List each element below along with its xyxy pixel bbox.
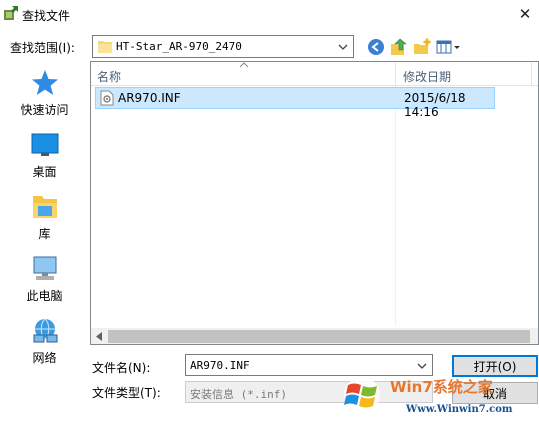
place-label: 快速访问 bbox=[20, 103, 69, 117]
title-bar: 查找文件 ✕ bbox=[0, 0, 539, 30]
chevron-down-icon bbox=[417, 363, 427, 369]
file-date: 2015/6/18 14:16 bbox=[404, 91, 466, 119]
lookin-label: 查找范围(I): bbox=[10, 41, 75, 55]
column-date-header[interactable]: 修改日期 bbox=[403, 68, 451, 85]
places-bar: 快速访问 桌面 库 此电脑 网络 bbox=[0, 59, 89, 410]
place-library[interactable]: 库 bbox=[0, 193, 89, 242]
up-folder-icon[interactable] bbox=[390, 38, 408, 56]
chevron-down-icon bbox=[338, 44, 348, 50]
place-label: 桌面 bbox=[32, 165, 57, 179]
column-separator[interactable] bbox=[395, 62, 396, 86]
horizontal-scrollbar[interactable] bbox=[91, 328, 538, 344]
place-this-pc[interactable]: 此电脑 bbox=[0, 255, 89, 304]
library-icon bbox=[32, 196, 57, 218]
network-icon bbox=[33, 318, 57, 343]
place-label: 网络 bbox=[32, 351, 57, 365]
watermark: Win7系统之家 Www.Winwin7.com bbox=[340, 374, 539, 422]
filetype-value: 安装信息 (*.inf) bbox=[190, 388, 287, 401]
app-icon bbox=[4, 6, 18, 20]
window-title: 查找文件 bbox=[22, 9, 71, 23]
filename-label: 文件名(N): bbox=[92, 361, 151, 375]
computer-icon bbox=[33, 256, 56, 280]
folder-icon bbox=[98, 41, 112, 53]
close-icon: ✕ bbox=[518, 5, 532, 23]
inf-file-icon bbox=[100, 90, 114, 106]
column-separator[interactable] bbox=[531, 62, 532, 86]
place-label: 此电脑 bbox=[26, 289, 63, 303]
place-quick-access[interactable]: 快速访问 bbox=[0, 69, 89, 118]
watermark-url: Www.Winwin7.com bbox=[406, 404, 513, 415]
list-header: 名称 修改日期 bbox=[91, 62, 538, 86]
filename-combo[interactable]: AR970.INF bbox=[185, 354, 433, 376]
sort-up-icon bbox=[239, 62, 249, 68]
place-label: 库 bbox=[38, 227, 51, 241]
scroll-left-icon[interactable] bbox=[95, 332, 103, 341]
view-menu-icon[interactable] bbox=[436, 38, 462, 56]
back-icon[interactable] bbox=[367, 38, 385, 56]
watermark-brand: Win7系统之家 bbox=[390, 378, 493, 396]
star-icon bbox=[31, 70, 58, 95]
file-name: AR970.INF bbox=[118, 91, 181, 105]
new-folder-icon[interactable] bbox=[413, 38, 431, 56]
lookin-value: HT-Star_AR-970_2470 bbox=[116, 40, 242, 53]
close-button[interactable]: ✕ bbox=[512, 2, 538, 26]
column-divider bbox=[395, 86, 396, 326]
file-row[interactable]: AR970.INF 2015/6/18 14:16 bbox=[95, 87, 495, 119]
lookin-combo[interactable]: HT-Star_AR-970_2470 bbox=[92, 35, 354, 58]
place-desktop[interactable]: 桌面 bbox=[0, 131, 89, 180]
place-network[interactable]: 网络 bbox=[0, 317, 89, 366]
filetype-label: 文件类型(T): bbox=[92, 386, 161, 400]
desktop-icon bbox=[31, 133, 58, 156]
column-name-header[interactable]: 名称 bbox=[97, 68, 121, 85]
filename-value: AR970.INF bbox=[190, 359, 250, 372]
file-list[interactable]: 名称 修改日期 AR970.INF 2015/6/18 14:16 bbox=[90, 61, 539, 345]
scroll-thumb[interactable] bbox=[108, 330, 530, 343]
windows-logo-icon bbox=[344, 377, 380, 413]
